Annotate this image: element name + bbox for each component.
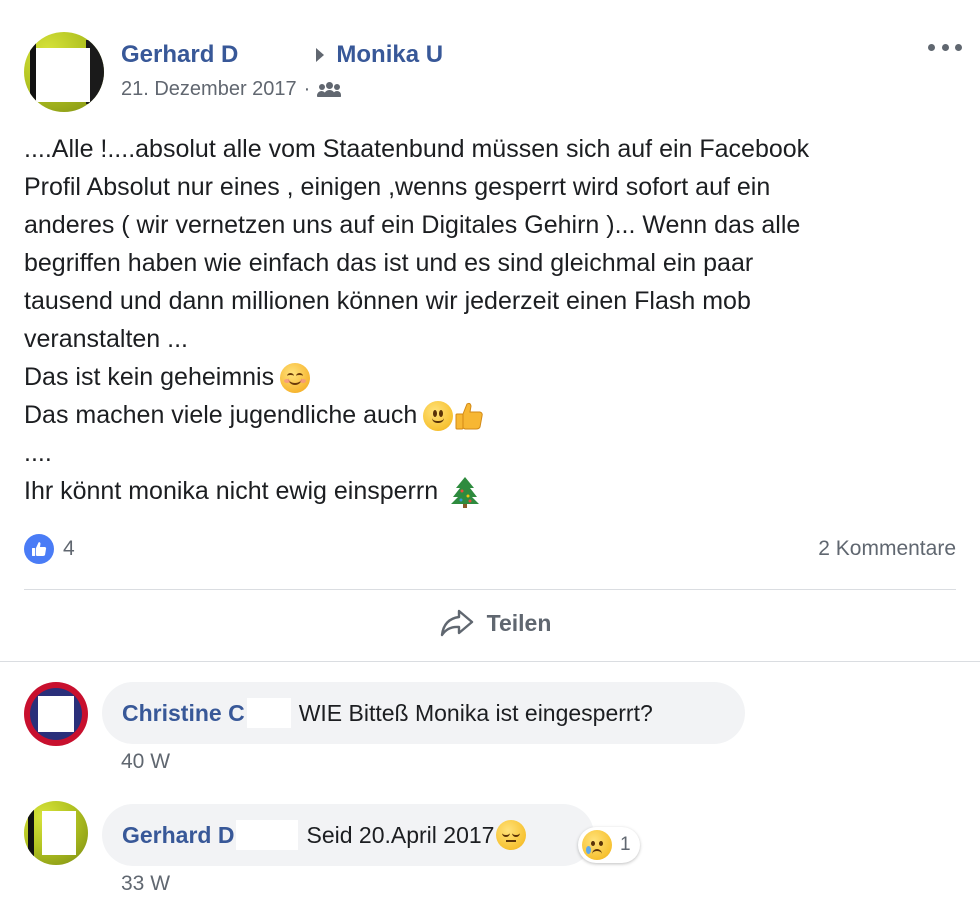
redacted-block — [246, 698, 291, 728]
comment-author[interactable]: Gerhard D — [122, 822, 234, 849]
thumbs-up-icon — [32, 542, 47, 556]
post-line: ....Alle !....absolut alle vom Staatenbu… — [24, 135, 810, 163]
more-options-icon[interactable] — [928, 40, 962, 54]
post-header: Gerhard D Monika U — [121, 38, 443, 72]
redacted-block — [238, 43, 298, 67]
sad-reaction-icon — [582, 830, 612, 860]
post-line: begriffen haben wie einfach das ist und … — [24, 249, 754, 277]
commenter-avatar[interactable] — [24, 682, 88, 746]
friends-icon[interactable] — [317, 81, 342, 98]
post-date[interactable]: 21. Dezember 2017 — [121, 78, 297, 101]
post-line-with-emoji: Das machen viele jugendliche auch — [24, 396, 964, 434]
redacted-block — [236, 820, 299, 850]
comment-reaction-summary[interactable]: 1 — [578, 827, 640, 863]
post-line: anderes ( wir vernetzen uns auf ein Digi… — [24, 211, 801, 239]
like-reaction-icon[interactable] — [24, 534, 54, 564]
post-line: tausend und dann millionen können wir je… — [24, 287, 751, 315]
comment-bubble: Gerhard D Seid 20.April 2017 — [102, 804, 594, 866]
target-name[interactable]: Monika U — [336, 41, 443, 69]
comment-author[interactable]: Christine C — [122, 700, 245, 727]
author-avatar[interactable] — [24, 32, 104, 112]
commenter-avatar[interactable] — [24, 801, 88, 865]
thumbs-up-icon — [455, 403, 484, 430]
comment-text: WIE Bitteß Monika ist eingesperrt? — [298, 699, 653, 726]
post-line: Profil Absolut nur eines , einigen ,wenn… — [24, 173, 771, 201]
reaction-count: 1 — [620, 834, 631, 855]
comment-timestamp[interactable]: 33 W — [121, 872, 170, 896]
comment-text: Seid 20.April 2017 — [306, 821, 495, 848]
post-line: Das machen viele jugendliche auch — [24, 401, 418, 429]
arrow-right-icon — [316, 48, 325, 62]
post-meta: 21. Dezember 2017 · — [121, 78, 342, 101]
post-line-with-emoji: Das ist kein geheimnis — [24, 358, 964, 396]
divider — [24, 589, 956, 590]
author-name[interactable]: Gerhard D — [121, 41, 238, 69]
post-line: veranstalten ... — [24, 325, 188, 353]
slightly-smiling-face-icon — [423, 401, 454, 432]
post-card: Gerhard D Monika U 21. Dezember 2017 · .… — [0, 0, 980, 916]
share-button[interactable]: Teilen — [420, 600, 570, 646]
like-count[interactable]: 4 — [63, 534, 75, 564]
divider — [0, 661, 980, 662]
post-line: Ihr könnt monika nicht ewig einsperrn — [24, 477, 439, 505]
post-text: ....Alle !....absolut alle vom Staatenbu… — [24, 130, 964, 510]
post-line: Das ist kein geheimnis — [24, 363, 275, 391]
comment-bubble: Christine C WIE Bitteß Monika ist einges… — [102, 682, 745, 744]
separator: · — [303, 78, 311, 100]
comments-count-link[interactable]: 2 Kommentare — [818, 534, 956, 564]
post-line: .... — [24, 439, 52, 467]
comment-timestamp[interactable]: 40 W — [121, 750, 170, 774]
share-label: Teilen — [486, 609, 552, 636]
smiling-face-icon — [280, 363, 311, 394]
post-line-with-emoji: Ihr könnt monika nicht ewig einsperrn — [24, 472, 964, 510]
christmas-tree-icon — [451, 477, 480, 509]
share-icon — [440, 609, 473, 637]
pensive-face-icon — [496, 820, 527, 850]
